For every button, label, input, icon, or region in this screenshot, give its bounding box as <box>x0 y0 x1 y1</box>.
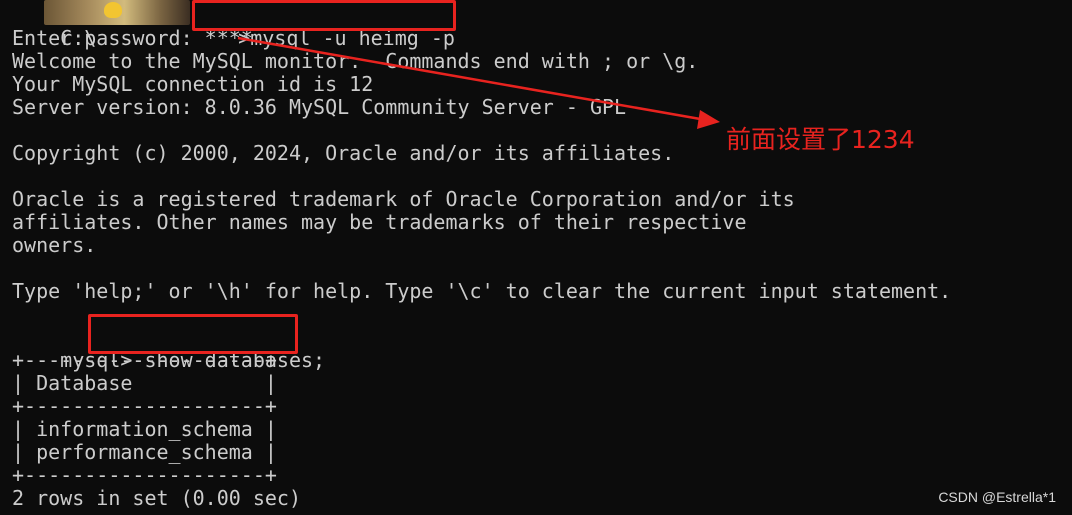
output-line: Copyright (c) 2000, 2024, Oracle and/or … <box>12 141 675 165</box>
table-row: | information_schema | <box>12 417 277 441</box>
table-border: +--------------------+ <box>12 348 277 372</box>
table-header: | Database | <box>12 371 277 395</box>
output-line: owners. <box>12 233 97 257</box>
output-line: affiliates. Other names may be trademark… <box>12 210 747 234</box>
password-annotation: 前面设置了1234 <box>726 125 915 154</box>
login-command: mysql -u heimg -p <box>250 26 455 50</box>
table-row: | performance_schema | <box>12 440 277 464</box>
login-command-line: >mysql -u heimg -p <box>190 4 455 50</box>
table-border: +--------------------+ <box>12 394 277 418</box>
output-line: Server version: 8.0.36 MySQL Community S… <box>12 95 627 119</box>
output-line: Enter password: **** <box>12 26 253 50</box>
mysql-input-line[interactable]: mysql> show databases; <box>12 326 325 372</box>
user-avatar-blur <box>44 0 190 25</box>
table-border: +--------------------+ <box>12 463 277 487</box>
avatar-highlight <box>104 2 122 18</box>
output-line: Oracle is a registered trademark of Orac… <box>12 187 795 211</box>
output-line: Your MySQL connection id is 12 <box>12 72 374 96</box>
csdn-watermark: CSDN @Estrella*1 <box>938 489 1056 505</box>
output-line: Type 'help;' or '\h' for help. Type '\c'… <box>12 279 952 303</box>
result-summary: 2 rows in set (0.00 sec) <box>12 486 301 510</box>
output-line: Welcome to the MySQL monitor. Commands e… <box>12 49 699 73</box>
terminal-window[interactable]: C:\ >mysql -u heimg -p Enter password: *… <box>0 0 1072 515</box>
